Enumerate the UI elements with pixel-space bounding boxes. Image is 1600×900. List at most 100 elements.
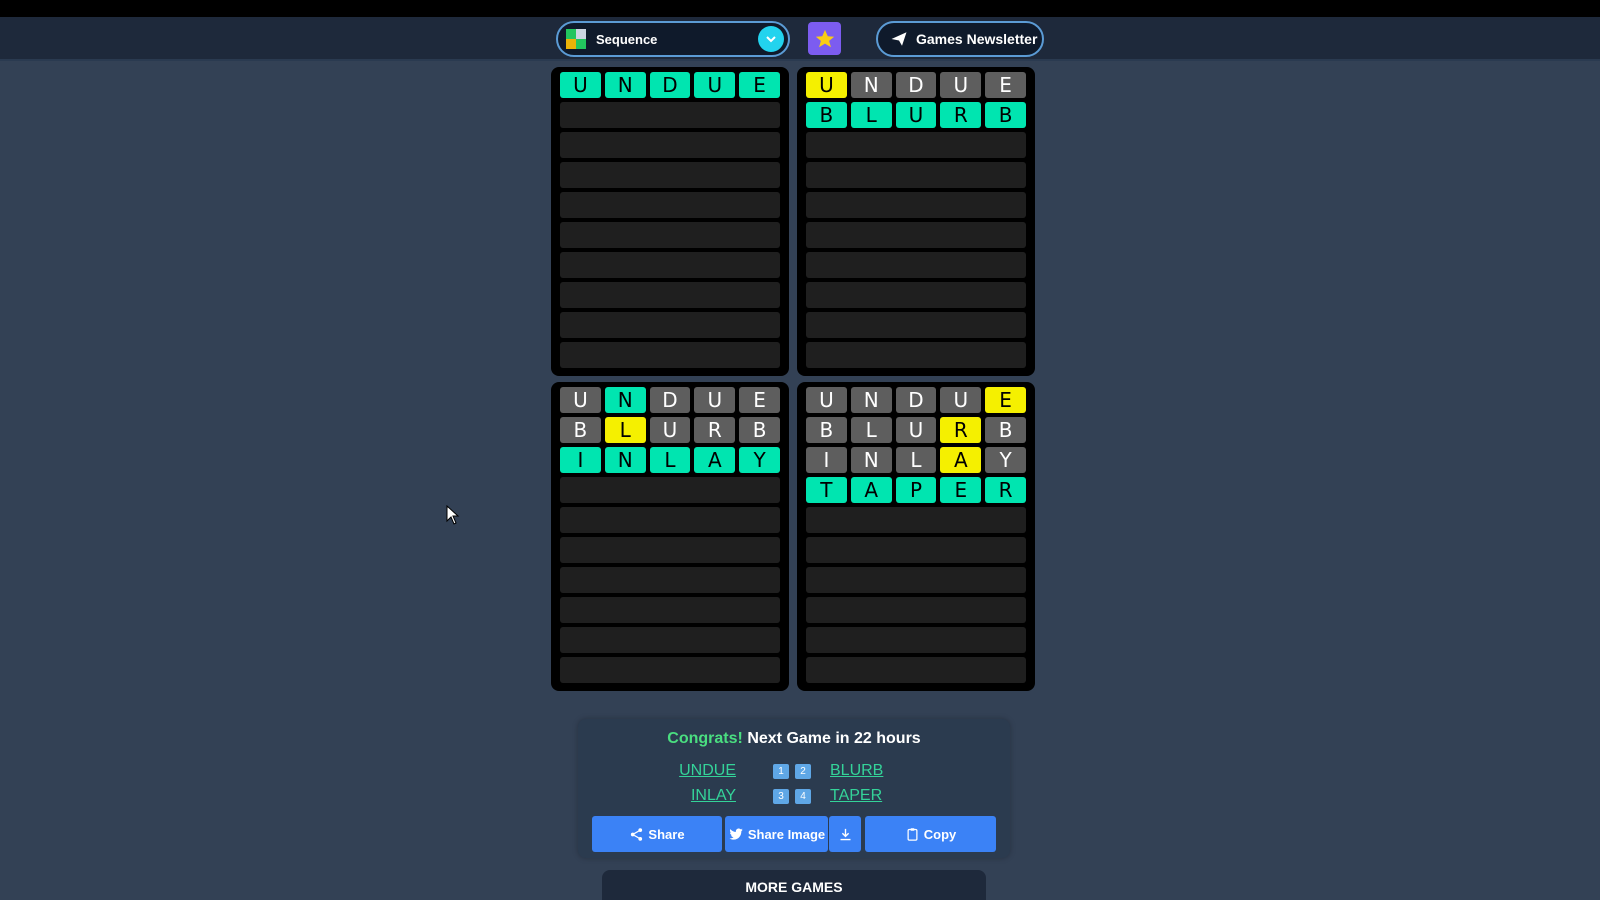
congrats-text: Congrats! (667, 730, 743, 747)
letter-tile: N (850, 387, 892, 413)
empty-row (806, 657, 1026, 683)
empty-row (806, 597, 1026, 623)
copy-button[interactable]: Copy (865, 816, 996, 852)
empty-row (560, 657, 780, 683)
board-1: UNDUE (551, 67, 789, 376)
empty-row (806, 282, 1026, 308)
letter-tile: L (895, 447, 937, 473)
chevron-down-icon[interactable] (758, 26, 784, 52)
game-select-dropdown[interactable]: Sequence (556, 21, 790, 57)
guess-row: UNDUE (560, 72, 780, 98)
board-2: UNDUEBLURB (797, 67, 1035, 376)
empty-row (560, 252, 780, 278)
game-select-label: Sequence (596, 31, 658, 47)
letter-tile: E (739, 387, 780, 413)
empty-row (560, 567, 780, 593)
guess-row: UNDUE (560, 387, 780, 413)
guess-row: UNDUE (806, 387, 1026, 413)
letter-tile: R (940, 102, 982, 128)
letter-tile: L (850, 102, 892, 128)
guess-row: BLURB (560, 417, 780, 443)
empty-row (560, 342, 780, 368)
download-button[interactable] (829, 816, 861, 852)
favorite-button[interactable] (808, 22, 841, 55)
letter-tile: N (604, 447, 646, 473)
empty-row (806, 312, 1026, 338)
empty-row (560, 102, 780, 128)
empty-row (806, 222, 1026, 248)
guess-row: INLAY (560, 447, 780, 473)
empty-row (560, 162, 780, 188)
empty-row (560, 192, 780, 218)
letter-tile: D (895, 387, 937, 413)
letter-tile: A (850, 477, 892, 503)
letter-tile: U (940, 72, 982, 98)
letter-tile: B (985, 417, 1026, 443)
letter-tile: R (940, 417, 982, 443)
sequence-logo-icon (566, 29, 586, 49)
letter-tile: B (739, 417, 780, 443)
letter-tile: B (806, 102, 847, 128)
newsletter-label: Games Newsletter (916, 31, 1038, 47)
answer-link-4[interactable]: TAPER (830, 787, 910, 805)
empty-row (560, 597, 780, 623)
top-strip (0, 0, 1600, 17)
answer-badges-1: 1 2 (773, 764, 811, 779)
clipboard-icon (907, 827, 918, 841)
letter-tile: I (560, 447, 601, 473)
copy-label: Copy (923, 826, 957, 842)
letter-tile: U (694, 387, 736, 413)
empty-row (806, 627, 1026, 653)
empty-row (560, 507, 780, 533)
paper-plane-icon (891, 32, 907, 46)
share-icon (631, 827, 643, 841)
letter-tile: U (560, 72, 601, 98)
letter-tile: U (560, 387, 601, 413)
empty-row (806, 252, 1026, 278)
letter-tile: E (739, 72, 780, 98)
guess-row: BLURB (806, 417, 1026, 443)
empty-row (806, 162, 1026, 188)
letter-tile: Y (985, 447, 1026, 473)
empty-row (560, 282, 780, 308)
letter-tile: N (604, 387, 646, 413)
letter-tile: U (806, 72, 847, 98)
answer-link-2[interactable]: BLURB (830, 762, 910, 780)
answer-badges-2: 3 4 (773, 789, 811, 804)
letter-tile: E (985, 72, 1026, 98)
share-button[interactable]: Share (592, 816, 722, 852)
letter-tile: E (985, 387, 1026, 413)
empty-row (806, 192, 1026, 218)
share-label: Share (648, 826, 685, 842)
result-message: Congrats! Next Game in 22 hours (578, 730, 1010, 748)
letter-tile: A (694, 447, 736, 473)
letter-tile: U (895, 102, 937, 128)
letter-tile: A (940, 447, 982, 473)
answer-link-3[interactable]: INLAY (656, 787, 736, 805)
letter-tile: U (806, 387, 847, 413)
mouse-cursor-icon (446, 505, 460, 525)
navbar: Sequence Games Newsletter (0, 17, 1600, 61)
letter-tile: L (604, 417, 646, 443)
board-4: UNDUEBLURBINLAYTAPER (797, 382, 1035, 691)
empty-row (560, 132, 780, 158)
guess-row: UNDUE (806, 72, 1026, 98)
answer-link-1[interactable]: UNDUE (656, 762, 736, 780)
board-badge-2: 2 (795, 764, 811, 779)
letter-tile: I (806, 447, 847, 473)
letter-tile: D (649, 387, 691, 413)
twitter-icon (729, 828, 743, 840)
more-games-button[interactable]: MORE GAMES (602, 870, 986, 900)
letter-tile: L (850, 417, 892, 443)
letter-tile: B (985, 102, 1026, 128)
letter-tile: U (649, 417, 691, 443)
games-newsletter-button[interactable]: Games Newsletter (876, 21, 1044, 57)
empty-row (560, 537, 780, 563)
board-3: UNDUEBLURBINLAY (551, 382, 789, 691)
share-image-button[interactable]: Share Image (725, 816, 828, 852)
letter-tile: L (649, 447, 691, 473)
letter-tile: B (806, 417, 847, 443)
star-icon (815, 29, 834, 47)
board-badge-1: 1 (773, 764, 789, 779)
letter-tile: R (985, 477, 1026, 503)
